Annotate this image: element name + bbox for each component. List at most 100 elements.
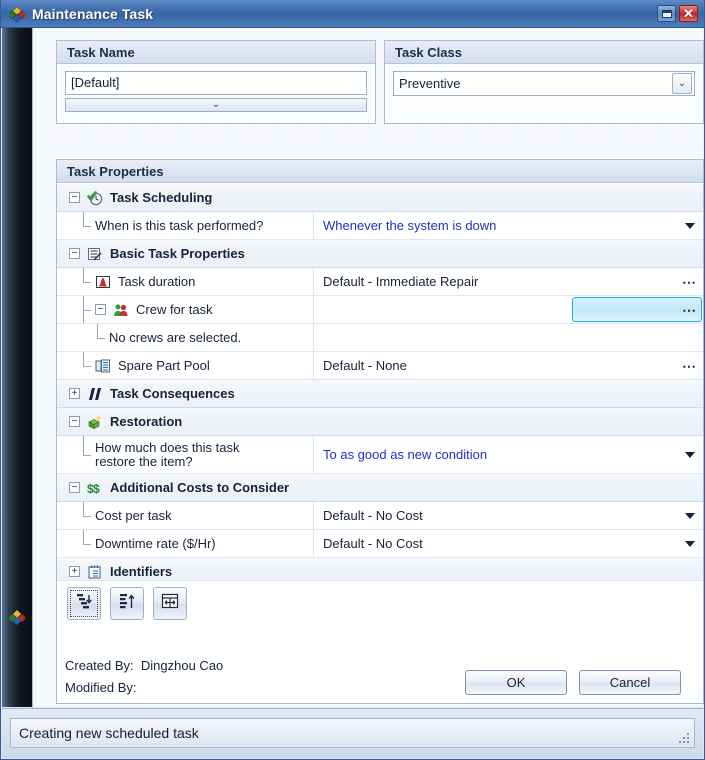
column-width-icon (160, 591, 180, 616)
category-row-basic-task-properties[interactable]: − Basic Task Properties (57, 240, 703, 268)
property-value-cell[interactable]: Default - Immediate Repair ⋯ (314, 268, 703, 295)
category-label-cell: − $ $ Additional Costs to Consider (57, 474, 703, 501)
expander-plus-icon[interactable]: + (69, 566, 80, 577)
category-label-cell: − Restoration (57, 408, 703, 435)
sort-descending-icon (74, 591, 94, 616)
column-width-button[interactable] (153, 587, 187, 620)
property-value: Default - Immediate Repair (323, 274, 478, 289)
cancel-button[interactable]: Cancel (579, 670, 681, 695)
property-value-cell[interactable]: Default - No Cost (314, 530, 703, 557)
ellipsis-button[interactable]: ⋯ (682, 308, 697, 312)
dropdown-arrow-icon[interactable] (685, 541, 695, 547)
ellipsis-button[interactable]: ⋯ (682, 364, 697, 368)
restore-button[interactable] (657, 5, 676, 22)
property-label-cell: Cost per task (57, 502, 314, 529)
expander-minus-icon[interactable]: − (69, 248, 80, 259)
property-row-no-crews: No crews are selected. (57, 324, 703, 352)
expander-minus-icon[interactable]: − (69, 192, 80, 203)
close-button[interactable]: ✕ (679, 5, 698, 22)
task-properties-header: Task Properties (57, 160, 703, 183)
task-class-group-title: Task Class (395, 45, 462, 60)
ellipsis-button[interactable]: ⋯ (682, 280, 697, 284)
restoration-icon (87, 414, 103, 430)
category-row-additional-costs[interactable]: − $ $ Additional Costs to Consider (57, 474, 703, 502)
property-row-downtime-rate[interactable]: Downtime rate ($/Hr) Default - No Cost (57, 530, 703, 558)
property-value-cell[interactable]: Default - No Cost (314, 502, 703, 529)
dialog-content: Task Name [Default] ⌄ Task Class Prevent… (32, 28, 703, 707)
category-title: Identifiers (110, 564, 172, 579)
category-title: Additional Costs to Consider (110, 480, 289, 495)
property-label-cell: When is this task performed? (57, 212, 314, 239)
category-row-task-consequences[interactable]: + Task Consequences (57, 380, 703, 408)
task-name-input[interactable]: [Default] (65, 71, 367, 95)
spare-part-pool-icon (95, 358, 111, 374)
expander-minus-icon[interactable]: − (95, 304, 106, 315)
category-title: Task Scheduling (110, 190, 212, 205)
property-label: Spare Part Pool (118, 358, 210, 373)
restore-icon (662, 10, 672, 18)
window-title: Maintenance Task (32, 6, 153, 22)
svg-text:$: $ (93, 482, 100, 496)
chevron-glyph: ⌄ (678, 78, 686, 89)
category-row-restoration[interactable]: − Restoration (57, 408, 703, 436)
dropdown-arrow-icon[interactable] (685, 223, 695, 229)
synthesis-rail: SYNTHESIS (2, 28, 32, 707)
status-message: Creating new scheduled task (19, 725, 199, 741)
property-label: Crew for task (136, 302, 213, 317)
chevron-down-icon[interactable]: ⌄ (672, 73, 692, 94)
category-row-task-scheduling[interactable]: − Task Scheduling (57, 184, 703, 212)
task-class-value: Preventive (394, 76, 672, 91)
property-row-when-performed[interactable]: When is this task performed? Whenever th… (57, 212, 703, 240)
property-value: To as good as new condition (323, 447, 487, 462)
property-row-task-duration[interactable]: Task duration Default - Immediate Repair… (57, 268, 703, 296)
close-icon: ✕ (683, 7, 694, 20)
resize-grip[interactable] (679, 733, 691, 745)
sort-descending-button[interactable] (67, 587, 101, 620)
expander-plus-icon[interactable]: + (69, 388, 80, 399)
ok-button[interactable]: OK (465, 670, 567, 695)
property-row-crew-for-task[interactable]: − Crew for task (57, 296, 703, 324)
property-row-restore-amount[interactable]: How much does this task restore the item… (57, 436, 703, 474)
task-name-dropdown-strip[interactable]: ⌄ (65, 98, 367, 112)
tree-elbow (77, 212, 91, 239)
property-label-cell: − Crew for task (57, 296, 314, 323)
category-title: Restoration (110, 414, 182, 429)
property-value-cell[interactable]: To as good as new condition (314, 436, 703, 473)
synthesis-diamond-icon (9, 6, 25, 22)
dropdown-arrow-icon[interactable] (685, 513, 695, 519)
property-row-cost-per-task[interactable]: Cost per task Default - No Cost (57, 502, 703, 530)
property-label: When is this task performed? (95, 218, 263, 233)
maintenance-task-window: Maintenance Task ✕ SYNTHESIS T (0, 0, 705, 760)
task-name-group-header: Task Name (57, 41, 375, 64)
consequences-icon (87, 386, 103, 402)
property-value-cell[interactable]: ⋯ (314, 296, 703, 323)
property-label-cell: No crews are selected. (57, 324, 314, 351)
list-properties-icon (87, 246, 103, 262)
property-label: No crews are selected. (109, 330, 241, 345)
property-value-cell[interactable]: Default - None ⋯ (314, 352, 703, 379)
created-by-value: Dingzhou Cao (141, 658, 223, 673)
property-row-spare-part-pool[interactable]: Spare Part Pool Default - None ⋯ (57, 352, 703, 380)
dialog-buttons: OK Cancel (465, 670, 681, 695)
status-pane: Creating new scheduled task (10, 718, 695, 748)
task-name-value: [Default] (71, 72, 119, 94)
window-controls: ✕ (657, 5, 704, 22)
property-value-cell[interactable]: Whenever the system is down (314, 212, 703, 239)
task-properties-body: − Task Scheduling (57, 184, 703, 703)
sort-ascending-button[interactable] (110, 587, 144, 620)
property-value: Default - No Cost (323, 508, 423, 523)
task-class-combo[interactable]: Preventive ⌄ (393, 71, 695, 96)
expander-minus-icon[interactable]: − (69, 416, 80, 427)
property-label-cell: Downtime rate ($/Hr) (57, 530, 314, 557)
property-value-cell (314, 324, 703, 351)
created-by-label: Created By: (65, 658, 134, 673)
dropdown-arrow-icon[interactable] (685, 452, 695, 458)
expander-minus-icon[interactable]: − (69, 482, 80, 493)
task-properties-title: Task Properties (67, 164, 164, 179)
property-label-cell: How much does this task restore the item… (57, 436, 314, 473)
title-bar-left: Maintenance Task (1, 6, 657, 22)
task-name-group: Task Name [Default] ⌄ (56, 40, 376, 124)
task-class-group: Task Class Preventive ⌄ (384, 40, 704, 124)
property-value: Default - None (323, 358, 407, 373)
identifiers-icon (87, 564, 103, 580)
